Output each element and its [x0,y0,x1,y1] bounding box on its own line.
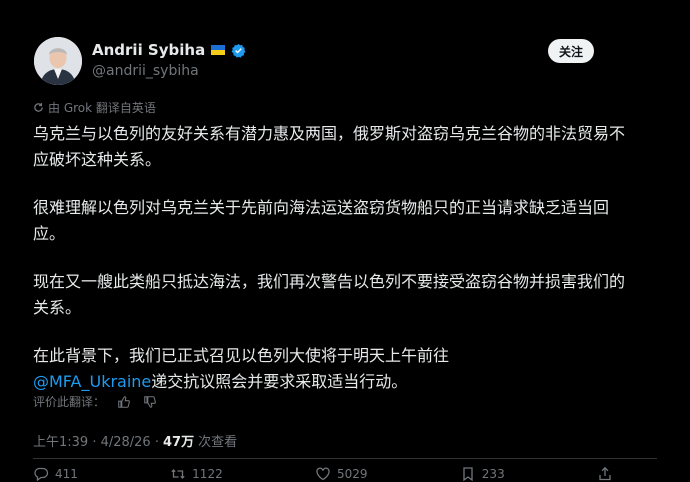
like-count: 5029 [336,467,368,481]
reply-count: 411 [55,467,78,481]
view-count: 47万 [162,435,195,450]
rate-translation-label: 评价此翻译： [33,395,106,409]
author-handle[interactable]: @andrii_sybiha [92,63,199,79]
translation-note-text: 由 Grok 翻译自英语 [48,101,156,115]
mention-link[interactable]: @MFA_Ukraine [33,372,151,391]
avatar-portrait-icon [34,37,82,85]
tweet-meta: 上午1:39 · 4/28/26 · 47万 次查看 [33,431,237,450]
verified-badge-icon [231,43,246,58]
tweet-text: 在此背景下，我们已正式召见以色列大使将于明天上午前往 [33,346,450,365]
tweet-paragraph: 乌克兰与以色列的友好关系有潜力惠及两国，俄罗斯对盗窃乌克兰谷物的非法贸易不应破坏… [33,124,626,169]
tweet-paragraph-last: 在此背景下，我们已正式召见以色列大使将于明天上午前往 @MFA_Ukraine递交… [33,343,633,395]
avatar[interactable] [34,37,82,85]
view-count-label: 次查看 [198,435,238,450]
tweet-paragraph: 现在又一艘此类船只抵达海法，我们再次警告以色列不要接受盗窃谷物并损害我们的关系。 [33,272,626,317]
author-display-name[interactable]: Andrii Sybiha [92,41,205,59]
tweet-text: 递交抗议照会并要求采取适当行动。 [151,372,408,391]
ukraine-flag-icon [211,45,226,55]
thumbs-up-icon[interactable] [117,395,131,409]
follow-button[interactable]: 关注 [548,39,594,63]
retweet-count: 1122 [192,467,223,481]
rate-translation-row: 评价此翻译： [33,393,157,410]
bookmark-count: 233 [481,467,505,481]
thumbs-down-icon[interactable] [143,395,157,409]
tweet-body: 乌克兰与以色列的友好关系有潜力惠及两国，俄罗斯对盗窃乌克兰谷物的非法贸易不应破坏… [33,121,633,417]
tweet-paragraph: 很难理解以色列对乌克兰关于先前向海法运送盗窃货物船只的正当请求缺乏适当回应。 [33,198,610,243]
divider [33,458,657,459]
refresh-icon [34,103,43,112]
translation-note: 由 Grok 翻译自英语 [33,99,156,116]
tweet-timestamp[interactable]: 上午1:39 · 4/28/26 · [33,431,159,450]
author-name-row: Andrii Sybiha [92,41,246,59]
